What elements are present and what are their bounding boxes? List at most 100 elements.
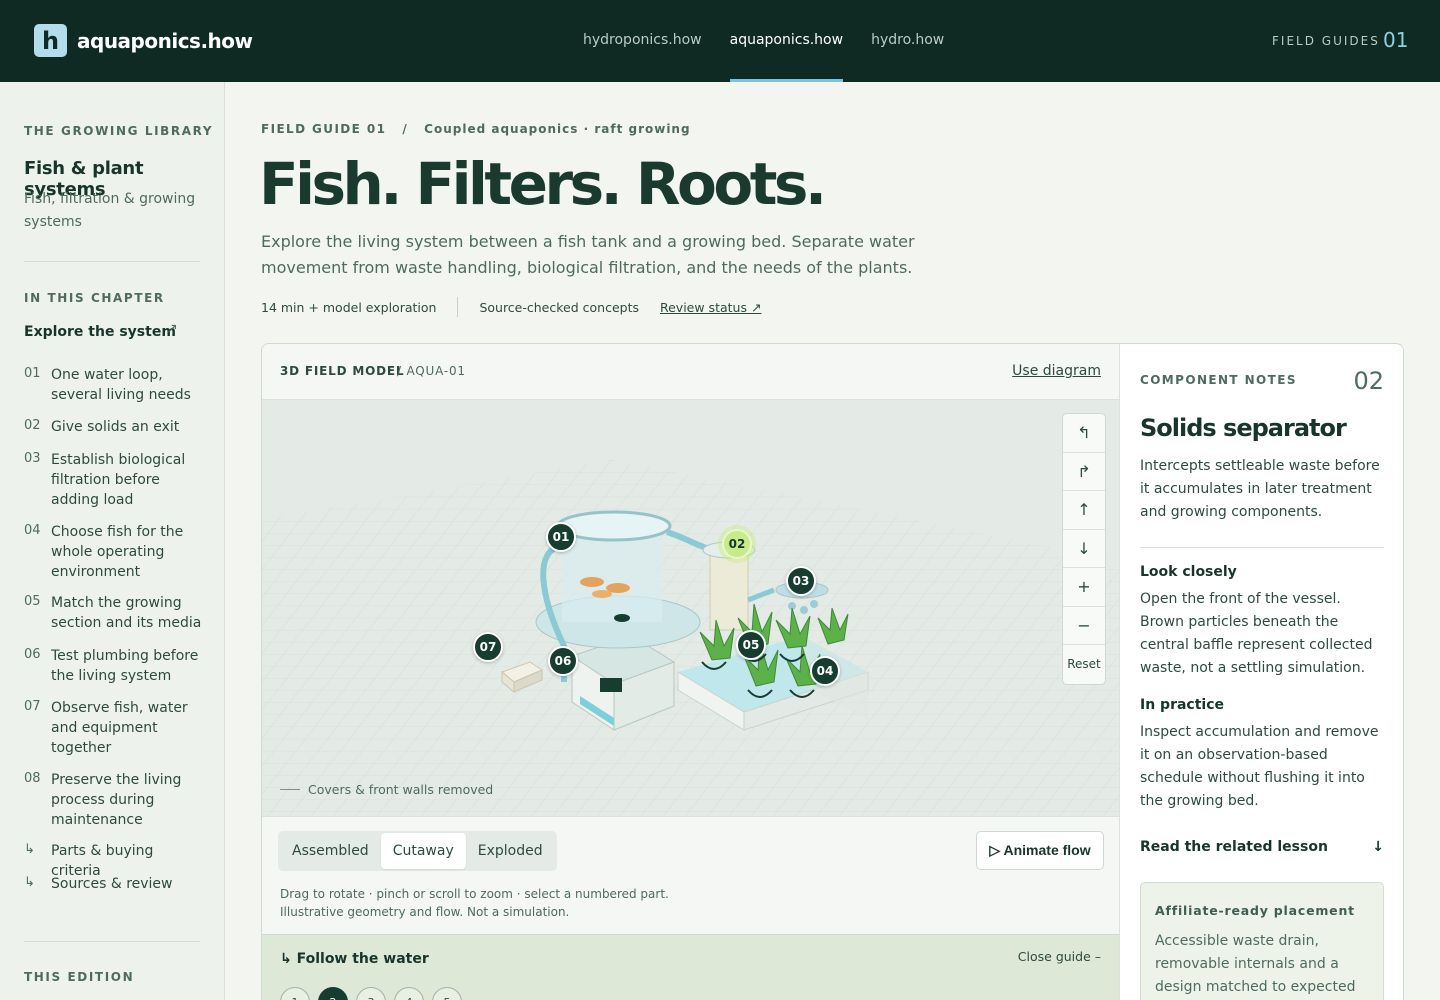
affiliate-placement-box: Affiliate-ready placement Accessible was… bbox=[1140, 882, 1384, 1000]
hint-line: Drag to rotate · pinch or scroll to zoom… bbox=[280, 887, 669, 901]
meta-divider bbox=[457, 297, 459, 317]
chapter-number: 07 bbox=[24, 699, 41, 714]
look-closely-body: Open the front of the vessel. Brown part… bbox=[1140, 591, 1373, 676]
chapter-item-06[interactable]: 06 Test plumbing before the living syste… bbox=[24, 646, 204, 686]
animate-flow-button[interactable]: ▷ Animate flow bbox=[976, 831, 1104, 870]
chapter-number: 01 bbox=[24, 366, 41, 381]
in-practice-body: Inspect accumulation and remove it on an… bbox=[1140, 724, 1379, 809]
guide-steps: 1 2 3 4 5 bbox=[280, 987, 470, 1000]
chapter-title: One water loop, several living needs bbox=[51, 367, 191, 403]
top-navigation-bar: h aquaponics.how hydroponics.how aquapon… bbox=[0, 0, 1440, 82]
guide-step[interactable]: 5 bbox=[432, 987, 462, 1000]
sidebar-divider bbox=[24, 261, 200, 262]
part-pin-03[interactable]: 03 bbox=[786, 566, 816, 596]
floor-grid bbox=[262, 460, 1119, 816]
component-notes-panel: COMPONENT NOTES 02 Solids separator Inte… bbox=[1119, 344, 1403, 1000]
hint-line: Illustrative geometry and flow. Not a si… bbox=[280, 905, 570, 919]
guide-step[interactable]: 4 bbox=[394, 987, 424, 1000]
chapter-sidebar: THE GROWING LIBRARY Fish & plant systems… bbox=[0, 82, 225, 1000]
follow-water-guide: ↳ Follow the water Close guide – 1 2 3 4… bbox=[262, 934, 1119, 1000]
related-lesson-label: Read the related lesson bbox=[1140, 839, 1328, 855]
chapter-kicker: IN THIS CHAPTER bbox=[24, 291, 165, 305]
use-diagram-link[interactable]: Use diagram bbox=[1012, 363, 1101, 379]
nav-link-aquaponics[interactable]: aquaponics.how bbox=[716, 0, 857, 82]
edition-kicker: THIS EDITION bbox=[24, 970, 135, 984]
part-pin-02[interactable]: 02 bbox=[722, 529, 752, 559]
related-lesson-link[interactable]: Read the related lesson ↓ bbox=[1140, 839, 1384, 855]
nav-link-hydroponics[interactable]: hydroponics.how bbox=[569, 0, 716, 82]
chapter-item-01[interactable]: 01 One water loop, several living needs bbox=[24, 365, 204, 405]
chapter-title: Give solids an exit bbox=[51, 419, 180, 435]
chapter-item-02[interactable]: 02 Give solids an exit bbox=[24, 417, 204, 437]
review-status-link[interactable]: Review status ↗ bbox=[660, 300, 761, 315]
field-guides-number: 01 bbox=[1383, 28, 1409, 52]
return-arrow-icon: ↳ bbox=[24, 875, 35, 890]
rotate-left-icon[interactable]: ↰ bbox=[1063, 414, 1105, 453]
look-closely-heading: Look closely bbox=[1140, 564, 1237, 580]
site-logo[interactable]: h aquaponics.how bbox=[34, 24, 253, 57]
chapter-number: 05 bbox=[24, 594, 41, 609]
breadcrumb: FIELD GUIDE 01 / Coupled aquaponics · ra… bbox=[261, 122, 691, 136]
chapter-item-04[interactable]: 04 Choose fish for the whole operating e… bbox=[24, 522, 204, 582]
chapter-title: Sources & review bbox=[51, 876, 173, 892]
model-mode-bar: Assembled Cutaway Exploded ▷ Animate flo… bbox=[262, 816, 1119, 934]
chapter-title: Preserve the living process during maint… bbox=[51, 772, 182, 828]
guide-label: FIELD GUIDE 01 bbox=[261, 122, 387, 136]
tilt-down-icon[interactable]: ↓ bbox=[1063, 530, 1105, 568]
library-kicker: THE GROWING LIBRARY bbox=[24, 124, 214, 138]
cutaway-caption: Covers & front walls removed bbox=[280, 782, 493, 797]
part-pin-06[interactable]: 06 bbox=[548, 646, 578, 676]
library-subtitle: Fish, filtration & growing systems bbox=[24, 191, 196, 230]
chapter-title: Test plumbing before the living system bbox=[51, 648, 199, 684]
part-pin-05[interactable]: 05 bbox=[736, 630, 766, 660]
reset-view-button[interactable]: Reset bbox=[1063, 645, 1105, 684]
in-practice-heading: In practice bbox=[1140, 697, 1225, 713]
zoom-in-icon[interactable]: + bbox=[1063, 568, 1105, 607]
chapter-title: Match the growing section and its media bbox=[51, 595, 202, 631]
site-nav: hydroponics.how aquaponics.how hydro.how bbox=[569, 0, 958, 82]
chapter-number: 06 bbox=[24, 647, 41, 662]
part-pin-04[interactable]: 04 bbox=[810, 656, 840, 686]
caption-line bbox=[280, 789, 300, 790]
nav-link-hydro[interactable]: hydro.how bbox=[857, 0, 958, 82]
notes-kicker: COMPONENT NOTES bbox=[1140, 373, 1297, 387]
model-viewport[interactable]: 01 02 03 04 05 06 07 ↰ ↱ ↑ ↓ + − Reset C… bbox=[262, 400, 1119, 816]
chapter-item-08[interactable]: 08 Preserve the living process during ma… bbox=[24, 770, 204, 830]
model-hint: Drag to rotate · pinch or scroll to zoom… bbox=[280, 885, 669, 921]
part-pin-01[interactable]: 01 bbox=[546, 522, 576, 552]
zoom-out-icon[interactable]: − bbox=[1063, 607, 1105, 645]
sources-review-link[interactable]: ↳ Sources & review bbox=[24, 874, 204, 894]
follow-title: ↳ Follow the water bbox=[280, 951, 429, 967]
part-pin-07[interactable]: 07 bbox=[473, 632, 503, 662]
notes-number: 02 bbox=[1353, 367, 1384, 395]
affiliate-title: Affiliate-ready placement bbox=[1155, 903, 1355, 918]
chapter-item-07[interactable]: 07 Observe fish, water and equipment tog… bbox=[24, 698, 204, 758]
chapter-item-05[interactable]: 05 Match the growing section and its med… bbox=[24, 593, 204, 633]
mode-exploded[interactable]: Exploded bbox=[466, 833, 555, 869]
model-id: / AQUA-01 bbox=[397, 364, 466, 378]
guide-step[interactable]: 1 bbox=[280, 987, 310, 1000]
chapter-title: Choose fish for the whole operating envi… bbox=[51, 524, 184, 580]
field-model-card: 3D FIELD MODEL / AQUA-01 Use diagram 01 … bbox=[261, 343, 1404, 1000]
chapter-item-03[interactable]: 03 Establish biological filtration befor… bbox=[24, 450, 204, 510]
article-meta: 14 min + model exploration Source-checke… bbox=[261, 297, 761, 317]
rotate-right-icon[interactable]: ↱ bbox=[1063, 453, 1105, 491]
arrow-down-icon: ↓ bbox=[1372, 839, 1384, 855]
arrow-up-right-icon: ↗ bbox=[166, 321, 178, 337]
close-guide-button[interactable]: Close guide – bbox=[1018, 949, 1101, 964]
explore-system-link[interactable]: Explore the system bbox=[24, 324, 176, 340]
chapter-number: 03 bbox=[24, 451, 41, 466]
mode-assembled[interactable]: Assembled bbox=[280, 833, 381, 869]
tilt-up-icon[interactable]: ↑ bbox=[1063, 491, 1105, 530]
mode-cutaway[interactable]: Cutaway bbox=[380, 833, 466, 869]
model-scene bbox=[262, 460, 1119, 816]
model-title: 3D FIELD MODEL bbox=[280, 364, 405, 378]
guide-step[interactable]: 2 bbox=[318, 987, 348, 1000]
notes-divider bbox=[1140, 547, 1384, 548]
chapter-number: 02 bbox=[24, 418, 41, 433]
guide-step[interactable]: 3 bbox=[356, 987, 386, 1000]
logo-mark: h bbox=[34, 24, 67, 57]
read-time: 14 min + model exploration bbox=[261, 299, 437, 315]
field-guides-label[interactable]: FIELD GUIDES bbox=[1272, 34, 1380, 48]
component-title: Solids separator bbox=[1140, 414, 1347, 442]
